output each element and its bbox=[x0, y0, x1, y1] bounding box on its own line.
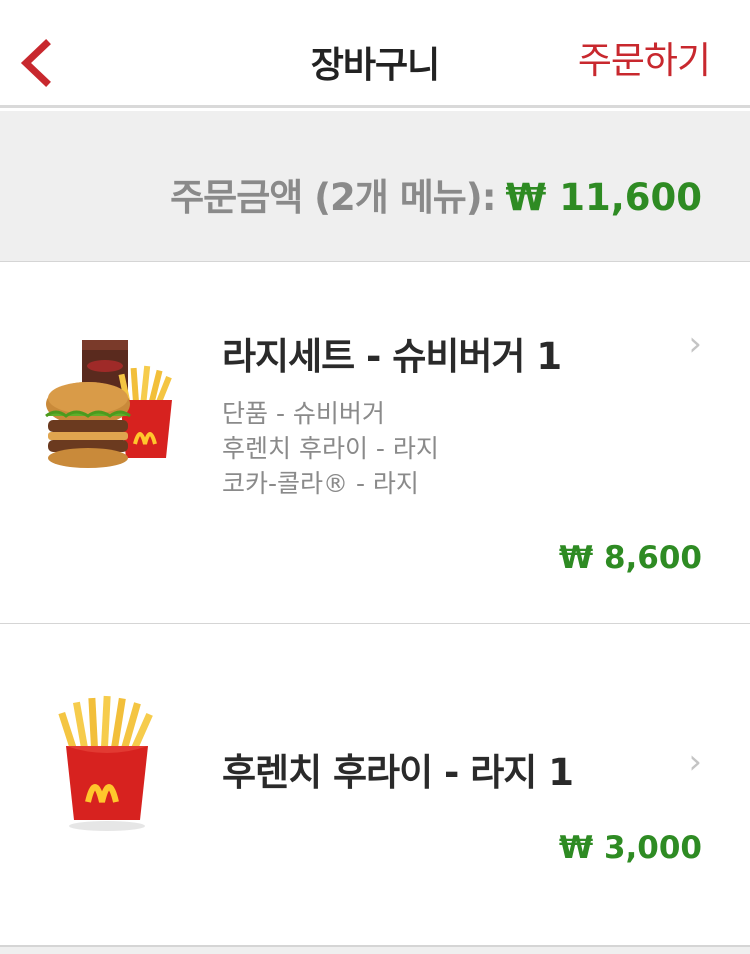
order-amount-label: 주문금액 (2개 메뉴): bbox=[170, 176, 496, 219]
item-detail-line: 코카-콜라® - 라지 bbox=[222, 469, 419, 498]
chevron-right-icon[interactable]: › bbox=[688, 742, 702, 782]
item-detail-line: 후렌치 후라이 - 라지 bbox=[222, 434, 439, 463]
item-price: ₩ 8,600 bbox=[558, 540, 702, 576]
burger-set-image bbox=[40, 334, 185, 473]
list-end-divider bbox=[0, 946, 750, 954]
order-total-price: ₩ 11,600 bbox=[505, 176, 702, 219]
order-summary: 주문금액 (2개 메뉴): ₩ 11,600 bbox=[0, 111, 750, 262]
chevron-right-icon[interactable]: › bbox=[688, 324, 702, 364]
cart-item[interactable]: 후렌치 후라이 - 라지 1 › ₩ 3,000 bbox=[0, 624, 750, 946]
item-detail-line: 단품 - 슈비버거 bbox=[222, 399, 385, 428]
fries-image bbox=[52, 694, 162, 838]
item-title: 라지세트 - 슈비버거 1 bbox=[222, 335, 562, 378]
order-button[interactable]: 주문하기 bbox=[578, 30, 711, 84]
cart-item[interactable]: 라지세트 - 슈비버거 1 › 단품 - 슈비버거 후렌치 후라이 - 라지 코… bbox=[0, 262, 750, 624]
item-details: 단품 - 슈비버거 후렌치 후라이 - 라지 코카-콜라® - 라지 bbox=[222, 396, 439, 501]
item-price: ₩ 3,000 bbox=[558, 830, 702, 866]
item-title: 후렌치 후라이 - 라지 1 bbox=[222, 751, 574, 794]
top-nav-bar: 장바구니 주문하기 bbox=[0, 0, 750, 108]
